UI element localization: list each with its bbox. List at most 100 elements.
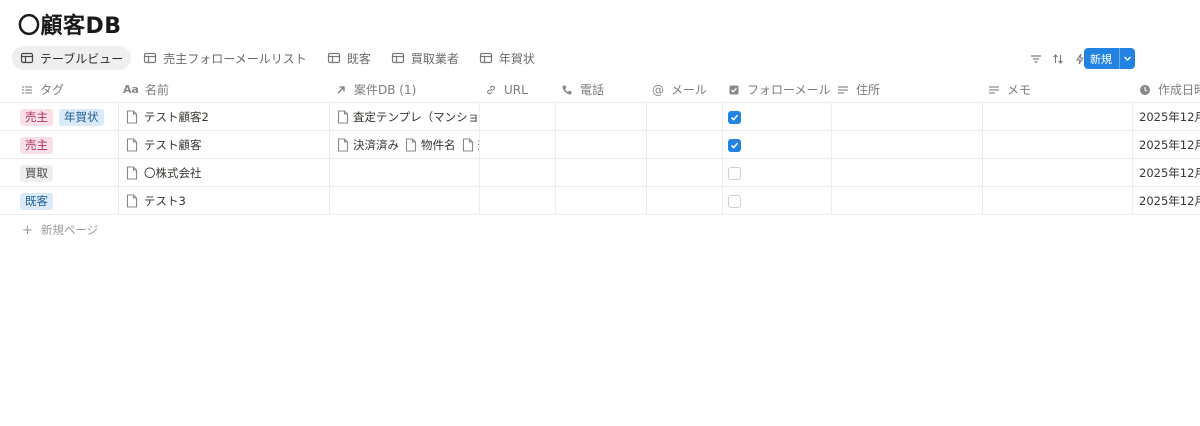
tab-table-view[interactable]: テーブルビュー: [12, 46, 132, 70]
relation-label: 査定テンプレ（マンション: [353, 110, 479, 124]
filter-icon[interactable]: [1026, 49, 1046, 69]
table-row[interactable]: 売主 テスト顧客 決済済み 物件名 査 202: [0, 131, 1200, 159]
relation-item[interactable]: 査定テンプレ（マンション: [337, 109, 479, 125]
header-address[interactable]: 住所: [836, 76, 982, 103]
table-icon: [391, 51, 405, 65]
tab-label: 既客: [346, 51, 371, 66]
header-url[interactable]: URL: [484, 76, 555, 103]
new-page-row[interactable]: + 新規ページ: [22, 222, 98, 238]
phone-cell[interactable]: [555, 103, 646, 131]
table-icon: [143, 51, 157, 65]
tab-label: テーブルビュー: [40, 51, 124, 66]
url-cell[interactable]: [479, 159, 555, 187]
mail-cell[interactable]: [646, 187, 722, 215]
address-cell[interactable]: [831, 103, 982, 131]
table-icon: [20, 51, 34, 65]
chevron-down-icon[interactable]: [1120, 54, 1135, 63]
follow-mail-checkbox[interactable]: [728, 166, 741, 180]
phone-cell[interactable]: [555, 131, 646, 159]
sort-icon[interactable]: [1048, 49, 1068, 69]
header-name[interactable]: Aa 名前: [123, 76, 329, 103]
created-cell: 2025年12月7: [1132, 159, 1200, 187]
address-cell[interactable]: [831, 187, 982, 215]
relation-item[interactable]: 査: [462, 137, 479, 153]
new-button[interactable]: 新規: [1084, 48, 1135, 69]
table-row[interactable]: 買取 〇株式会社 2025年12月7: [0, 159, 1200, 187]
header-phone[interactable]: 電話: [560, 76, 646, 103]
text-lines-icon: [987, 83, 1001, 97]
mail-cell[interactable]: [646, 159, 722, 187]
tag-badge: 買取: [20, 164, 53, 182]
table-row[interactable]: 売主 年賀状 テスト顧客2 査定テンプレ（マンション 2025年12月7: [0, 103, 1200, 131]
address-cell[interactable]: [831, 159, 982, 187]
name-cell[interactable]: テスト顧客: [118, 131, 329, 159]
relation-item[interactable]: 決済済み: [337, 137, 399, 153]
follow-mail-checkbox[interactable]: [728, 194, 741, 208]
header-label: 住所: [856, 83, 881, 97]
plus-icon: +: [22, 222, 33, 238]
header-follow-mail[interactable]: フォローメール: [727, 76, 831, 103]
memo-cell[interactable]: [982, 103, 1132, 131]
case-db-cell[interactable]: 決済済み 物件名 査: [329, 131, 479, 159]
tab-seller-follow-list[interactable]: 売主フォローメールリスト: [135, 46, 315, 70]
tag-badge: 年賀状: [59, 108, 104, 126]
relation-label: 物件名: [421, 138, 456, 152]
page-icon: [126, 138, 138, 152]
tab-label: 買取業者: [410, 51, 459, 66]
tag-cell[interactable]: 売主: [18, 131, 118, 159]
table-icon: [327, 51, 341, 65]
follow-mail-checkbox[interactable]: [728, 138, 741, 152]
tag-cell[interactable]: 既客: [18, 187, 118, 215]
case-db-cell[interactable]: 査定テンプレ（マンション: [329, 103, 479, 131]
mail-cell[interactable]: [646, 131, 722, 159]
case-db-cell[interactable]: [329, 187, 479, 215]
text-lines-icon: [836, 83, 850, 97]
name-cell[interactable]: テスト3: [118, 187, 329, 215]
header-memo[interactable]: メモ: [987, 76, 1132, 103]
tab-buyers[interactable]: 買取業者: [383, 46, 467, 70]
follow-mail-cell: [722, 131, 831, 159]
header-label: URL: [504, 82, 528, 97]
url-cell[interactable]: [479, 103, 555, 131]
checkbox-type-icon: [727, 83, 741, 97]
page-icon: [126, 166, 138, 180]
row-name: テスト顧客2: [144, 110, 209, 124]
text-type-icon: Aa: [123, 83, 139, 96]
case-db-cell[interactable]: [329, 159, 479, 187]
page-icon: [337, 138, 349, 152]
tag-cell[interactable]: 買取: [18, 159, 118, 187]
page-icon: [126, 194, 138, 208]
url-cell[interactable]: [479, 131, 555, 159]
tab-existing-customers[interactable]: 既客: [319, 46, 379, 70]
mail-cell[interactable]: [646, 103, 722, 131]
memo-cell[interactable]: [982, 187, 1132, 215]
table-row[interactable]: 既客 テスト3 2025年12月7: [0, 187, 1200, 215]
memo-cell[interactable]: [982, 159, 1132, 187]
phone-cell[interactable]: [555, 159, 646, 187]
header-label: 案件DB (1): [354, 83, 417, 97]
header-created-time[interactable]: 作成日時: [1138, 76, 1200, 103]
header-mail[interactable]: @ メール: [651, 76, 722, 103]
header-label: 電話: [580, 83, 605, 97]
at-sign-icon: @: [652, 82, 664, 97]
page-title: 〇顧客DB: [18, 14, 122, 39]
url-cell[interactable]: [479, 187, 555, 215]
name-cell[interactable]: テスト顧客2: [118, 103, 329, 131]
address-cell[interactable]: [831, 131, 982, 159]
phone-cell[interactable]: [555, 187, 646, 215]
tag-cell[interactable]: 売主 年賀状: [18, 103, 118, 131]
header-tag[interactable]: タグ: [20, 76, 118, 103]
relation-item[interactable]: 物件名: [405, 137, 456, 153]
tab-label: 年賀状: [498, 51, 535, 66]
name-cell[interactable]: 〇株式会社: [118, 159, 329, 187]
created-cell: 2025年12月7: [1132, 187, 1200, 215]
tab-new-year-cards[interactable]: 年賀状: [471, 46, 543, 70]
tag-badge: 既客: [20, 192, 53, 210]
table-header: タグ Aa 名前 案件DB (1) URL 電話 @ メール フォローメール 住…: [0, 76, 1200, 103]
memo-cell[interactable]: [982, 131, 1132, 159]
view-tabs: テーブルビュー 売主フォローメールリスト 既客 買取業者 年賀状: [12, 45, 547, 71]
header-case-db[interactable]: 案件DB (1): [334, 76, 479, 103]
new-page-label: 新規ページ: [40, 223, 99, 237]
header-label: フォローメール: [747, 83, 831, 97]
follow-mail-checkbox[interactable]: [728, 110, 741, 124]
